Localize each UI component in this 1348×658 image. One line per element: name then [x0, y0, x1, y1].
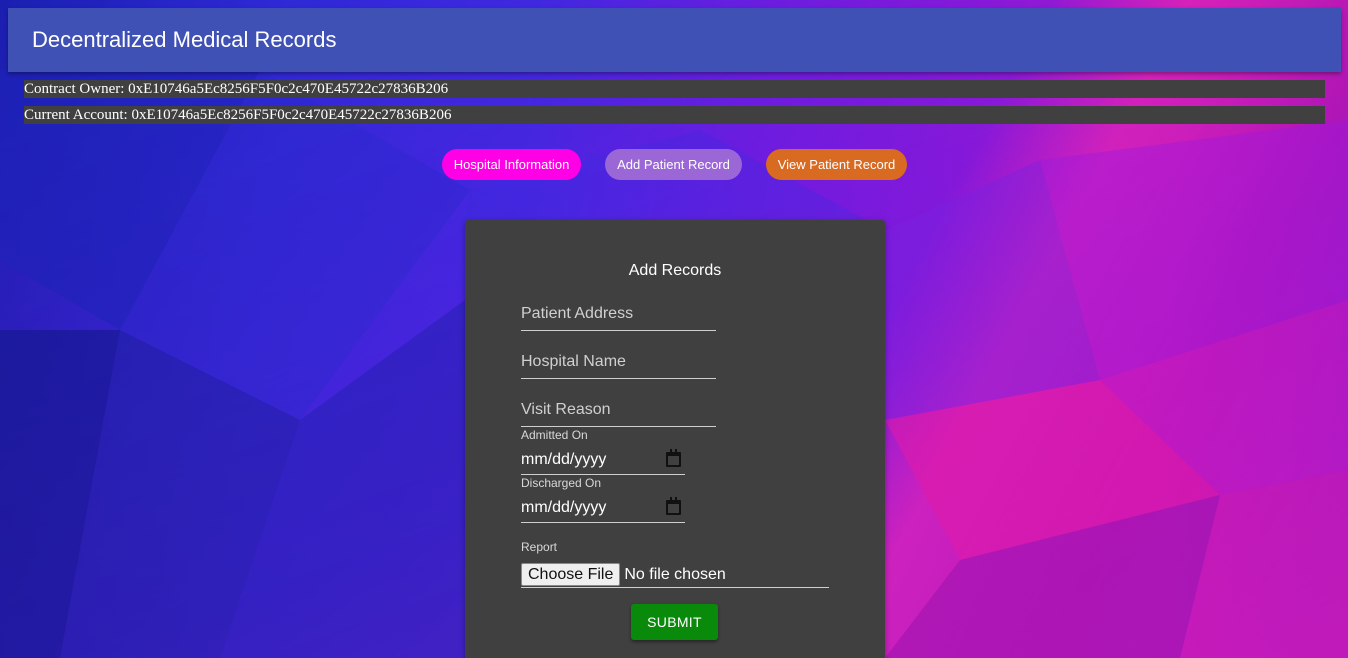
patient-address-field — [521, 291, 716, 331]
current-account-info: Current Account: 0xE10746a5Ec8256F5F0c2c… — [24, 106, 1325, 124]
hospital-name-field — [521, 339, 716, 379]
admitted-on-value: mm/dd/yyyy — [521, 450, 607, 468]
discharged-on-date-input[interactable]: mm/dd/yyyy — [521, 493, 685, 523]
calendar-icon[interactable] — [666, 497, 681, 515]
add-patient-record-button[interactable]: Add Patient Record — [605, 149, 742, 180]
form-title: Add Records — [628, 262, 722, 279]
app-bar: Decentralized Medical Records — [8, 8, 1341, 72]
file-status-text: No file chosen — [624, 565, 726, 583]
add-records-card: Add Records Admitted On mm/dd/yyyy Disch… — [465, 220, 885, 658]
view-patient-record-button[interactable]: View Patient Record — [766, 149, 907, 180]
app-title: Decentralized Medical Records — [32, 27, 337, 52]
visit-reason-field — [521, 387, 716, 427]
discharged-on-value: mm/dd/yyyy — [521, 498, 607, 516]
hospital-information-button[interactable]: Hospital Information — [442, 149, 581, 180]
visit-reason-input[interactable] — [521, 387, 716, 426]
calendar-icon[interactable] — [666, 449, 681, 467]
admitted-on-label: Admitted On — [521, 428, 588, 442]
hospital-name-input[interactable] — [521, 339, 716, 378]
report-label: Report — [521, 540, 558, 554]
submit-button[interactable]: SUBMIT — [631, 604, 718, 640]
choose-file-button[interactable]: Choose File — [521, 563, 621, 586]
report-file-input: Choose File No file chosen — [521, 562, 829, 588]
contract-owner-info: Contract Owner: 0xE10746a5Ec8256F5F0c2c4… — [24, 80, 1325, 98]
admitted-on-date-input[interactable]: mm/dd/yyyy — [521, 445, 685, 475]
patient-address-input[interactable] — [521, 291, 716, 330]
discharged-on-label: Discharged On — [521, 476, 602, 490]
